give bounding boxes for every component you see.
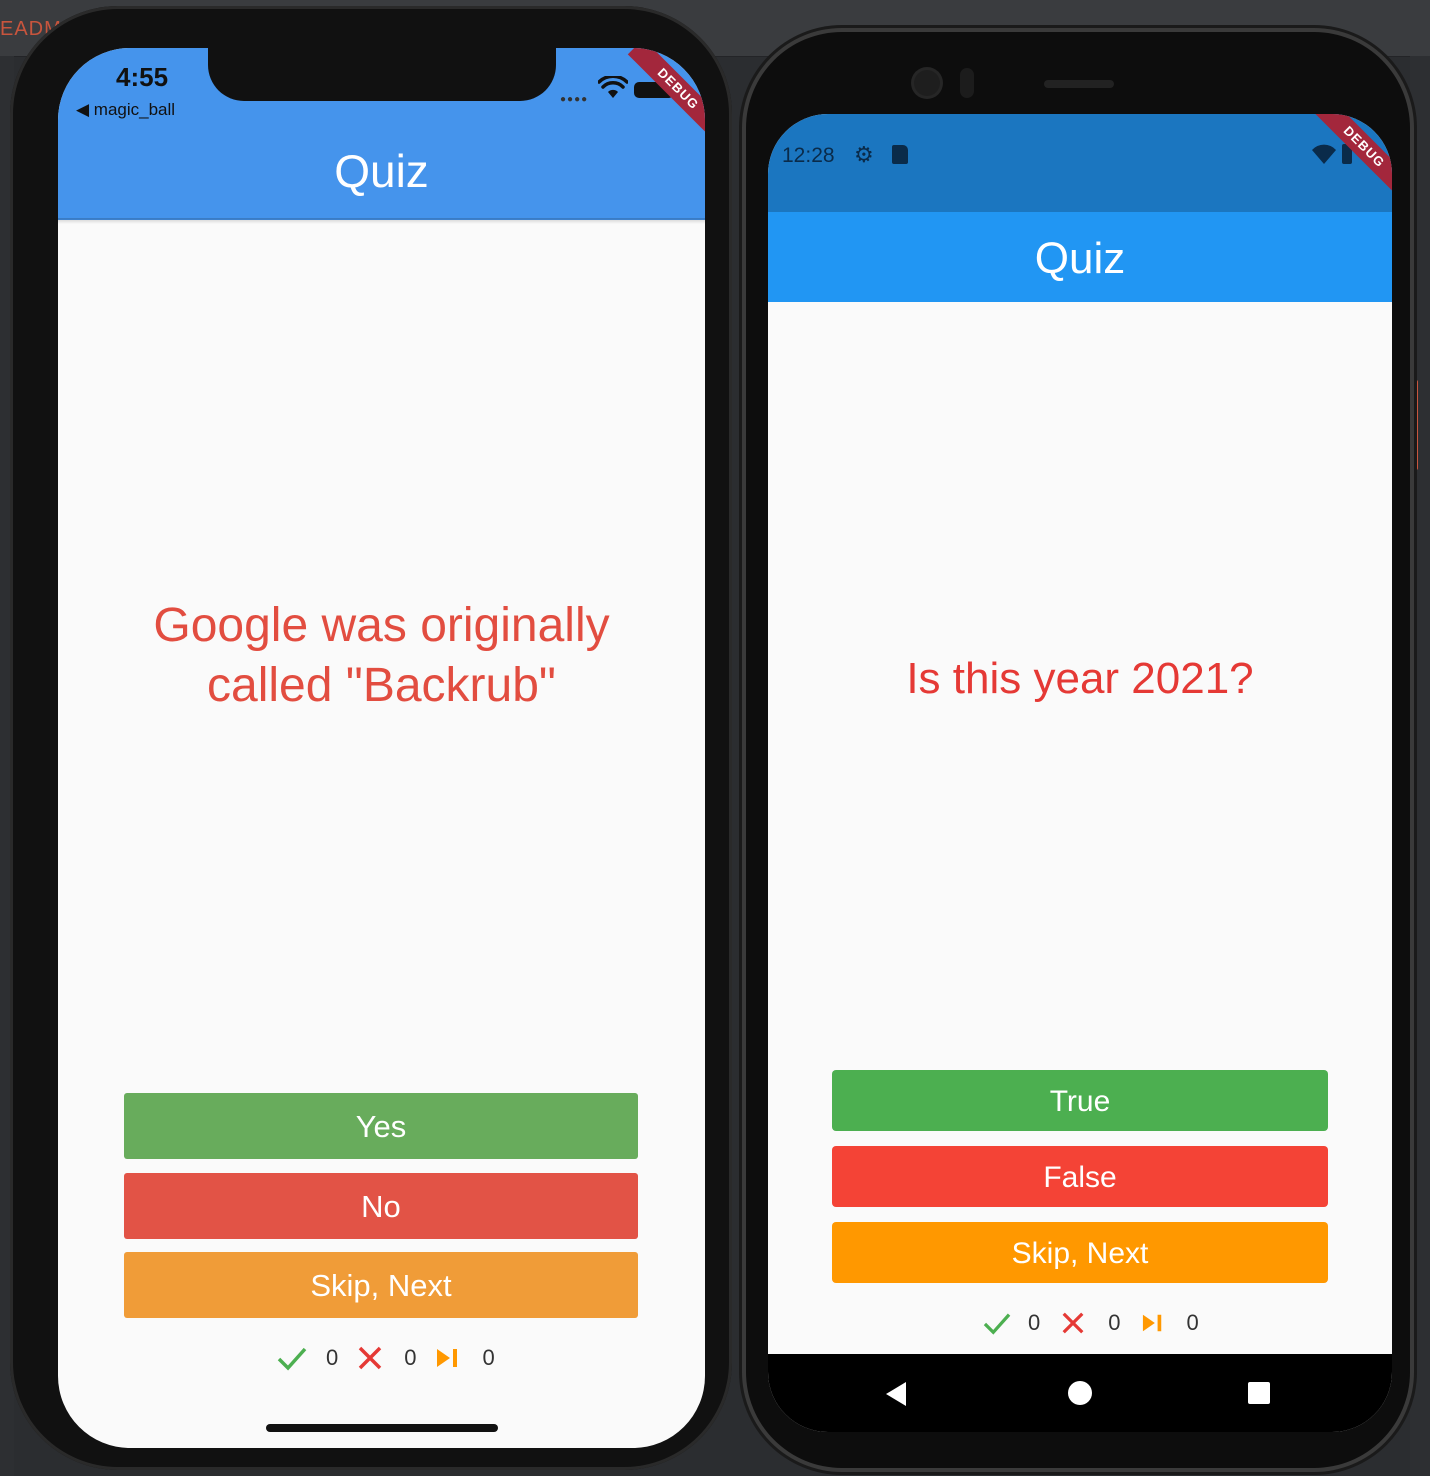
skip-next-button[interactable]: Skip, Next: [832, 1222, 1328, 1283]
check-icon: [277, 1347, 307, 1371]
gear-icon: ⚙: [854, 142, 874, 167]
skipped-count: 0: [482, 1345, 495, 1370]
question-text: Google was originally called "Backrub": [153, 599, 610, 712]
speaker-grille: [1044, 80, 1114, 88]
skipped-count: 0: [1186, 1310, 1199, 1335]
close-icon: [1062, 1312, 1084, 1334]
android-status-time: 12:28: [782, 144, 835, 167]
yes-button[interactable]: Yes: [124, 1093, 638, 1159]
ios-app-bar-shadow: [58, 218, 705, 224]
android-device: 12:28 ⚙ Quiz DEBUG Is this year 2021? Tr…: [746, 32, 1410, 1468]
skip-next-button[interactable]: Skip, Next: [124, 1252, 638, 1318]
ide-right-gutter: [1410, 56, 1430, 1476]
back-icon[interactable]: [886, 1382, 906, 1406]
check-icon: [983, 1313, 1011, 1335]
iphone-screen: 4:55 ◀ magic_ball ●●●● Quiz DEBUG Google…: [58, 48, 705, 1448]
android-nav-bar: [768, 1354, 1392, 1432]
app-title: Quiz: [334, 145, 429, 197]
skip-next-icon: [436, 1349, 457, 1367]
correct-count: 0: [1028, 1310, 1041, 1335]
signal-icon: ●●●●: [560, 94, 589, 105]
correct-count: 0: [326, 1345, 339, 1370]
wrong-count: 0: [404, 1345, 417, 1370]
score-row: 0 0 0: [982, 1310, 1199, 1336]
camera-icon: [914, 70, 940, 96]
wifi-icon: [598, 76, 628, 98]
skip-next-icon: [1142, 1314, 1161, 1332]
home-indicator[interactable]: [266, 1424, 498, 1432]
recent-apps-icon[interactable]: [1248, 1382, 1270, 1404]
score-row: 0 0 0: [276, 1344, 495, 1372]
sensor: [960, 68, 974, 98]
iphone-device: 4:55 ◀ magic_ball ●●●● Quiz DEBUG Google…: [10, 6, 732, 1470]
true-button[interactable]: True: [832, 1070, 1328, 1131]
no-button[interactable]: No: [124, 1173, 638, 1239]
ide-scrollbar[interactable]: [1413, 380, 1418, 470]
ios-status-time: 4:55: [116, 62, 169, 92]
close-icon: [359, 1346, 382, 1370]
app-title: Quiz: [1034, 234, 1126, 283]
sd-card-icon: [892, 145, 908, 164]
question-text: Is this year 2021?: [906, 654, 1254, 703]
wrong-count: 0: [1108, 1310, 1121, 1335]
false-button[interactable]: False: [832, 1146, 1328, 1207]
android-screen: 12:28 ⚙ Quiz DEBUG Is this year 2021? Tr…: [768, 114, 1392, 1432]
ios-back-to-app-link[interactable]: ◀ magic_ball: [76, 100, 175, 120]
home-icon[interactable]: [1068, 1381, 1092, 1405]
ios-notch: [208, 48, 556, 101]
